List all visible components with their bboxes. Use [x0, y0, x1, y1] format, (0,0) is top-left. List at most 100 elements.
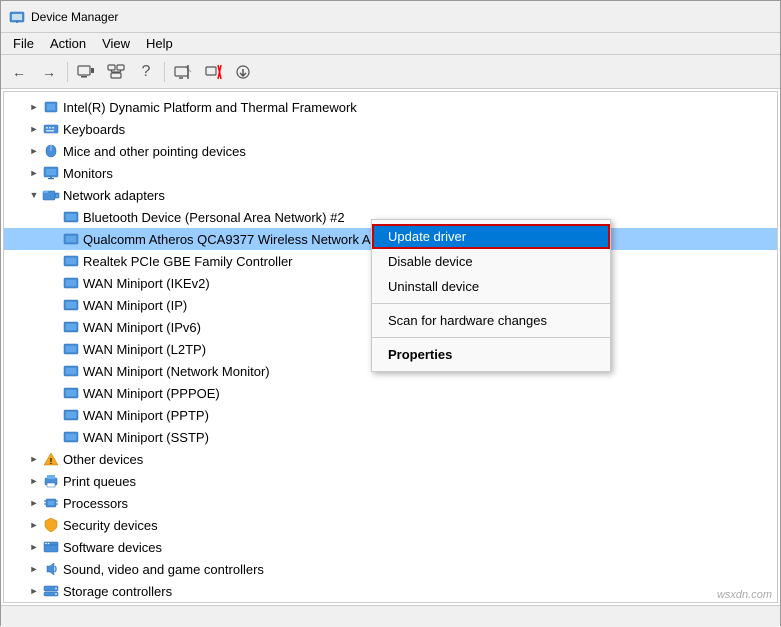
download-icon [234, 64, 252, 80]
wan-icon-3 [62, 319, 80, 335]
wan-icon-2 [62, 297, 80, 313]
tree-item-wan-sstp[interactable]: WAN Miniport (SSTP) [4, 426, 777, 448]
storage-icon [42, 583, 60, 599]
wan-icon-1 [62, 275, 80, 291]
devices-icon [77, 64, 95, 80]
back-button[interactable]: ← [5, 59, 33, 85]
title-bar-icon [9, 9, 25, 25]
sound-icon [42, 561, 60, 577]
tree-item-wan-pptp[interactable]: WAN Miniport (PPTP) [4, 404, 777, 426]
wan-icon-4 [62, 341, 80, 357]
svg-text:!: ! [50, 457, 53, 466]
menu-action[interactable]: Action [42, 34, 94, 53]
network-device-icon-qca [62, 231, 80, 247]
wan-ipv6-label: WAN Miniport (IPv6) [83, 320, 201, 335]
mouse-icon [42, 143, 60, 159]
toggle-processors[interactable]: ► [26, 495, 42, 511]
toggle-network-adapters[interactable]: ▼ [26, 187, 42, 203]
wan-icon-6 [62, 385, 80, 401]
delete-icon [204, 64, 222, 80]
bluetooth-label: Bluetooth Device (Personal Area Network)… [83, 210, 345, 225]
intel-dynamic-label: Intel(R) Dynamic Platform and Thermal Fr… [63, 100, 357, 115]
toggle-security-devices[interactable]: ► [26, 517, 42, 533]
processor-icon [42, 495, 60, 511]
title-bar-title: Device Manager [31, 10, 118, 24]
show-devices-by-type-button[interactable] [72, 59, 100, 85]
network-device-icon-bt [62, 209, 80, 225]
toggle-realtek [46, 253, 62, 269]
title-bar: Device Manager [1, 1, 780, 33]
tree-item-network-adapters[interactable]: ▼ Network adapters [4, 184, 777, 206]
menu-view[interactable]: View [94, 34, 138, 53]
warning-icon: ! [42, 451, 60, 467]
tree-item-security-devices[interactable]: ► Security devices [4, 514, 777, 536]
toolbar-separator-1 [67, 62, 68, 82]
status-bar [1, 605, 780, 627]
keyboard-icon [42, 121, 60, 137]
software-devices-label: Software devices [63, 540, 162, 555]
context-menu-update-driver[interactable]: Update driver [372, 224, 610, 249]
processors-label: Processors [63, 496, 128, 511]
network-device-icon-realtek [62, 253, 80, 269]
software-icon [42, 539, 60, 555]
scan-icon [174, 64, 192, 80]
sound-video-label: Sound, video and game controllers [63, 562, 264, 577]
toggle-software-devices[interactable]: ► [26, 539, 42, 555]
toggle-bluetooth [46, 209, 62, 225]
tree-item-processors[interactable]: ► Processors [4, 492, 777, 514]
toggle-keyboards[interactable]: ► [26, 121, 42, 137]
wan-pppoe-label: WAN Miniport (PPPOE) [83, 386, 220, 401]
qualcomm-label: Qualcomm Atheros QCA9377 Wireless Networ… [83, 232, 407, 247]
tree-item-monitors[interactable]: ► Monitors [4, 162, 777, 184]
toggle-sound-video[interactable]: ► [26, 561, 42, 577]
mice-label: Mice and other pointing devices [63, 144, 246, 159]
realtek-label: Realtek PCIe GBE Family Controller [83, 254, 293, 269]
connection-icon [107, 64, 125, 80]
toolbar: ← → ? [1, 55, 780, 89]
toggle-storage-controllers[interactable]: ► [26, 583, 42, 599]
scan-hardware-button[interactable] [169, 59, 197, 85]
wan-pptp-label: WAN Miniport (PPTP) [83, 408, 209, 423]
context-menu-properties[interactable]: Properties [372, 342, 610, 367]
wan-icon-7 [62, 407, 80, 423]
tree-item-storage-controllers[interactable]: ► Storage controllers [4, 580, 777, 602]
forward-button[interactable]: → [35, 59, 63, 85]
context-menu-sep-1 [372, 303, 610, 304]
tree-item-sound-video[interactable]: ► Sound, video and game controllers [4, 558, 777, 580]
monitors-label: Monitors [63, 166, 113, 181]
tree-item-wan-pppoe[interactable]: WAN Miniport (PPPOE) [4, 382, 777, 404]
tree-item-keyboards[interactable]: ► Keyboards [4, 118, 777, 140]
context-menu-scan-hardware[interactable]: Scan for hardware changes [372, 308, 610, 333]
network-adapters-label: Network adapters [63, 188, 165, 203]
update-driver-button[interactable] [229, 59, 257, 85]
toggle-monitors[interactable]: ► [26, 165, 42, 181]
tree-item-intel-dynamic[interactable]: ► Intel(R) Dynamic Platform and Thermal … [4, 96, 777, 118]
toggle-print-queues[interactable]: ► [26, 473, 42, 489]
security-devices-label: Security devices [63, 518, 158, 533]
toggle-intel[interactable]: ► [26, 99, 42, 115]
keyboards-label: Keyboards [63, 122, 125, 137]
tree-item-mice[interactable]: ► Mice and other pointing devices [4, 140, 777, 162]
network-folder-icon [42, 187, 60, 203]
tree-item-software-devices[interactable]: ► Software devices [4, 536, 777, 558]
uninstall-button[interactable] [199, 59, 227, 85]
menu-file[interactable]: File [5, 34, 42, 53]
context-menu-uninstall-device[interactable]: Uninstall device [372, 274, 610, 299]
chip-icon [42, 99, 60, 115]
other-devices-label: Other devices [63, 452, 143, 467]
toggle-other-devices[interactable]: ► [26, 451, 42, 467]
printer-icon [42, 473, 60, 489]
help-button[interactable]: ? [132, 59, 160, 85]
tree-item-print-queues[interactable]: ► Print queues [4, 470, 777, 492]
context-menu-disable-device[interactable]: Disable device [372, 249, 610, 274]
menu-help[interactable]: Help [138, 34, 181, 53]
show-devices-by-connection-button[interactable] [102, 59, 130, 85]
security-icon [42, 517, 60, 533]
toggle-mice[interactable]: ► [26, 143, 42, 159]
toolbar-separator-2 [164, 62, 165, 82]
wan-ip-label: WAN Miniport (IP) [83, 298, 187, 313]
wan-icon-5 [62, 363, 80, 379]
wan-sstp-label: WAN Miniport (SSTP) [83, 430, 209, 445]
tree-item-other-devices[interactable]: ► ! Other devices [4, 448, 777, 470]
main-content: ► Intel(R) Dynamic Platform and Thermal … [1, 89, 780, 605]
